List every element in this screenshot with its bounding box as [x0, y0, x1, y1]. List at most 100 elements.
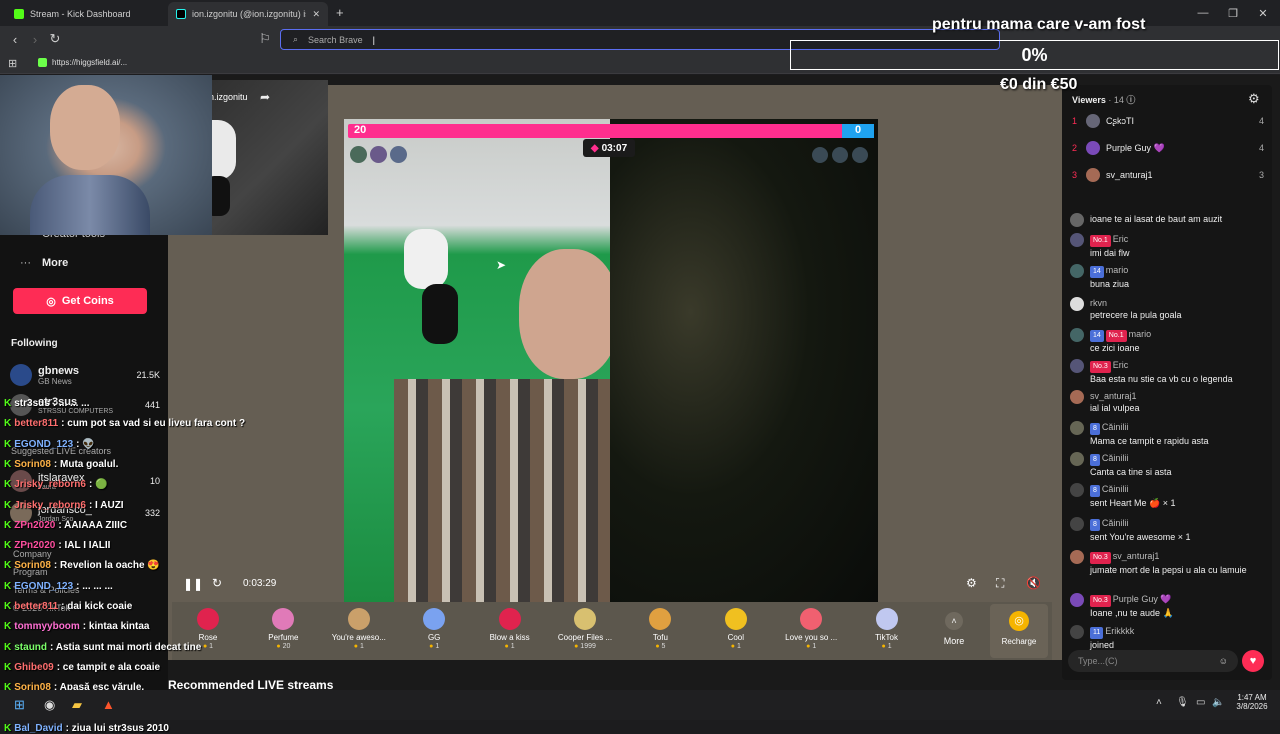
get-coins-button[interactable]: ◎ Get Coins	[13, 288, 147, 314]
gift-item[interactable]: Tofu ● 5	[625, 608, 695, 650]
emoji-icon[interactable]: ☺	[1219, 656, 1228, 666]
microphone	[404, 229, 448, 289]
settings-icon[interactable]: ⚙	[966, 576, 977, 590]
gift-item[interactable]: TikTok ● 1	[852, 608, 922, 650]
pause-icon[interactable]: ❚❚	[183, 577, 203, 591]
close-window-button[interactable]: ✕	[1246, 0, 1280, 26]
top-viewer-row[interactable]: 3 sv_anturaj1 3	[1072, 168, 1264, 182]
chat-username[interactable]: Căinilii	[1102, 422, 1129, 432]
gift-item[interactable]: GG ● 1	[399, 608, 469, 650]
viewers-title[interactable]: Viewers · 14 ⓘ	[1072, 93, 1135, 106]
kick-chat-line: Ktommyyboom: kintaa kintaa	[4, 621, 150, 632]
brave-icon[interactable]: ▲	[102, 697, 115, 712]
minimize-button[interactable]: —	[1186, 0, 1220, 26]
gift-item[interactable]: Cool ● 1	[701, 608, 771, 650]
chat-message[interactable]: 8 Căinilii sent You're awesome × 1	[1070, 517, 1258, 543]
forward-icon[interactable]: ›	[26, 30, 44, 48]
refresh-icon[interactable]: ↻	[212, 576, 222, 590]
maximize-button[interactable]: ❐	[1216, 0, 1250, 26]
chat-message[interactable]: 11 Erikkkk joined	[1070, 625, 1258, 651]
top-viewer-row[interactable]: 2 Purple Guy 💜 4	[1072, 141, 1264, 155]
kick-icon: K	[4, 540, 12, 552]
chat-username[interactable]: sv_anturaj1	[1090, 391, 1137, 401]
chat-body: No.3 Eric Baa esta nu stie ca vb cu o lege…	[1090, 359, 1233, 385]
mute-icon[interactable]: 🔇	[1026, 576, 1041, 590]
fullscreen-icon[interactable]: ⛶	[996, 576, 1004, 591]
tab-kick-dashboard[interactable]: Stream - Kick Dashboard	[6, 2, 166, 26]
chat-message[interactable]: No.1 Eric imi dai flw	[1070, 233, 1258, 259]
like-heart-icon[interactable]: ♥	[1242, 650, 1264, 672]
tab-tiktok-live[interactable]: ion.izgonitu (@ion.izgonitu) is LI ✕	[168, 2, 328, 26]
chat-username[interactable]: Căinilii	[1102, 453, 1129, 463]
apps-grid-icon[interactable]: ⊞	[8, 57, 17, 70]
chat-message[interactable]: 14 mario buna ziua	[1070, 264, 1258, 290]
chat-message[interactable]: 8 Căinilii Canta ca tine si asta	[1070, 452, 1258, 478]
share-icon[interactable]: ➦	[260, 90, 270, 104]
avatar	[1070, 625, 1084, 639]
gift-item[interactable]: Perfume ● 20	[248, 608, 318, 650]
gift-icon	[423, 608, 446, 630]
bookmark-icon[interactable]: ⚐	[256, 30, 274, 48]
gift-item[interactable]: Love you so ... ● 1	[776, 608, 846, 650]
chat-username[interactable]: Purple Guy 💜	[1113, 594, 1172, 604]
recharge-button[interactable]: ◎ Recharge	[990, 604, 1048, 658]
avatar	[1086, 141, 1100, 155]
chat-message[interactable]: 8 Căinilii Mama ce tampit e rapidu asta	[1070, 421, 1258, 447]
avatar[interactable]	[370, 146, 387, 163]
chat-message[interactable]: ioane te ai lasat de baut am auzit	[1070, 213, 1258, 227]
windows-start-icon[interactable]: ⊞	[14, 697, 25, 713]
top-viewer-row[interactable]: 1 CʂkɔTI 4	[1072, 114, 1264, 128]
back-icon[interactable]: ‹	[6, 30, 24, 48]
reload-icon[interactable]: ↻	[46, 30, 64, 48]
chat-message[interactable]: No.3 sv_anturaj1 jumate mort de la pepsi u…	[1070, 550, 1258, 576]
sidebar-item-more[interactable]: More	[42, 257, 68, 269]
avatar	[10, 364, 32, 386]
more-icon[interactable]: ···	[20, 257, 31, 269]
new-tab-button[interactable]: +	[336, 5, 344, 20]
chat-username[interactable]: mario	[1106, 265, 1129, 275]
kick-username: better811	[14, 418, 59, 430]
avatar[interactable]	[390, 146, 407, 163]
info-icon[interactable]: ⓘ	[1126, 95, 1135, 105]
chat-message[interactable]: sv_anturaj1 ial ial vulpea	[1070, 390, 1258, 414]
chat-input[interactable]: Type...(C) ☺	[1068, 650, 1238, 672]
close-icon[interactable]: ✕	[312, 9, 320, 20]
live-video[interactable]: 20 0 ◆ 03:07	[344, 119, 878, 602]
folder-icon[interactable]: ▰	[72, 697, 82, 713]
chat-username[interactable]: Eric	[1113, 360, 1129, 370]
viewer-count: 332	[144, 508, 160, 518]
settings-icon[interactable]: ⚙	[1248, 91, 1260, 107]
chrome-icon[interactable]: ◉	[44, 697, 55, 713]
chat-message[interactable]: No.3 Eric Baa esta nu stie ca vb cu o lege…	[1070, 359, 1258, 385]
chat-username[interactable]: Căinilii	[1102, 518, 1129, 528]
chat-username[interactable]: sv_anturaj1	[1113, 551, 1160, 561]
more-gifts-button[interactable]: ˄ More	[933, 612, 975, 646]
chat-message[interactable]: rkvn petrecere la pula goala	[1070, 297, 1258, 321]
viewer-name: Purple Guy 💜	[1106, 142, 1165, 153]
chat-message[interactable]: 14 No.1 mario ce zici ioane	[1070, 328, 1258, 354]
gift-item[interactable]: Cooper Files ... ● 1999	[550, 608, 620, 650]
chat-text: Mama ce tampit e rapidu asta	[1090, 436, 1209, 446]
chat-username[interactable]: rkvn	[1090, 298, 1107, 308]
chat-body: No.3 Purple Guy 💜 Ioane ,nu te aude 🙏	[1090, 593, 1174, 619]
bookmark-higgsfield[interactable]: https://higgsfield.ai/...	[38, 58, 127, 67]
clock[interactable]: 1:47 AM 3/8/2026	[1232, 693, 1272, 711]
chat-message[interactable]: 8 Căinilii sent Heart Me 🍎 × 1	[1070, 483, 1258, 509]
chat-username[interactable]: Căinilii	[1102, 484, 1129, 494]
chat-username[interactable]: Erikkkk	[1105, 626, 1134, 636]
volume-icon[interactable]: 🔈	[1212, 697, 1224, 708]
chat-username[interactable]: Eric	[1113, 234, 1129, 244]
avatar[interactable]	[350, 146, 367, 163]
network-icon[interactable]: ▭	[1196, 697, 1205, 708]
gift-item[interactable]: Blow a kiss ● 1	[475, 608, 545, 650]
microphone-icon[interactable]: 🎙	[1176, 697, 1189, 708]
chat-username[interactable]: mario	[1129, 329, 1152, 339]
text-cursor: |	[372, 34, 375, 45]
search-icon: ⌕	[293, 34, 299, 44]
chat-message[interactable]: No.3 Purple Guy 💜 Ioane ,nu te aude 🙏	[1070, 593, 1258, 619]
coin-icon: ◎	[46, 295, 56, 308]
gift-item[interactable]: You're aweso... ● 1	[324, 608, 394, 650]
follow-item[interactable]: gbnews GB News 21.5K	[10, 364, 160, 386]
tray-chevron-icon[interactable]: ˄	[1156, 697, 1162, 708]
empty-seat-icon	[832, 147, 848, 163]
